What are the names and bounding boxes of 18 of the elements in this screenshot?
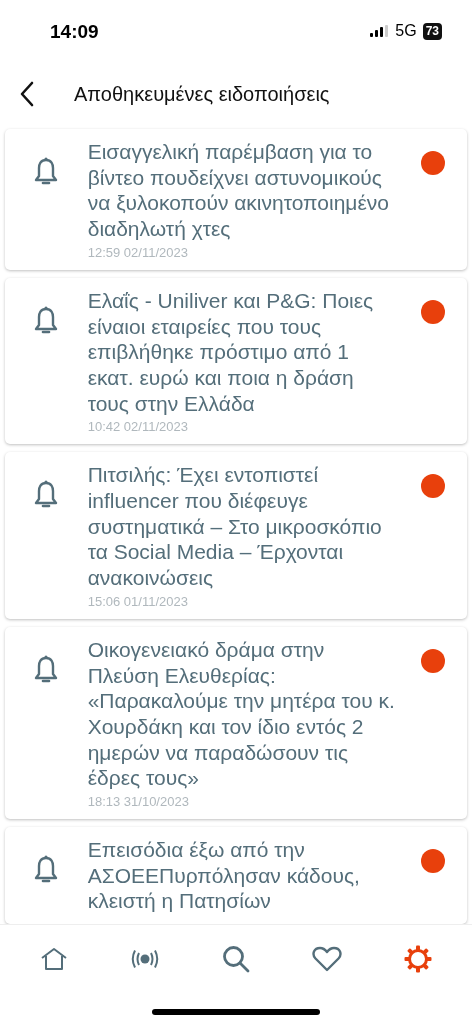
notification-title[interactable]: Ελαΐς - Uniliver και P&G: Ποιες είναιοι εταιρείες που τους επιβλήθηκε πρόστιμο από 1 εκατ. ευρώ και ποια η δράση τους στην Ελλάδα xyxy=(87,287,400,417)
bell-icon xyxy=(33,305,60,336)
back-button[interactable] xyxy=(18,81,36,107)
notification-date: 15:06 01/11/2023 xyxy=(87,593,189,609)
bell-icon xyxy=(33,654,60,685)
signal-icon xyxy=(370,25,389,37)
notification-title[interactable]: Οικογενειακό δράμα στην Πλεύση Ελευθερίας: «Παρακαλούμε την μητέρα του κ. Χουρδάκη και τον ίδιο εντός 2 ημερών να παραδώσουν τις έδρες τους» xyxy=(87,636,400,792)
notification-title[interactable]: Εισαγγελική παρέμβαση για το βίντεο πουδείχνει αστυνομικούς να ξυλοκοπούν ακινητοποιημένο διαδηλωτή χτες xyxy=(87,139,400,242)
clock-time: 14:09 xyxy=(50,20,100,43)
notification-date: 12:59 02/11/2023 xyxy=(87,244,189,260)
network-label: 5G xyxy=(395,22,417,40)
page-title: Αποθηκευμένες ειδοποιήσεις xyxy=(74,82,330,106)
notification-date: 18:13 31/10/2023 xyxy=(87,794,190,810)
notification-date: 10:42 02/11/2023 xyxy=(87,419,189,435)
bell-icon xyxy=(33,157,60,187)
notification-title[interactable]: Επεισόδια έξω από την ΑΣΟΕΕΠυρπόλησαν κάδους, κλειστή η Πατησίων xyxy=(87,837,400,915)
notification-title[interactable]: Πιτσιλής: Έχει εντοπιστεί influencer που διέφευγε συστηματικά – Στο μικροσκόπιο τα Social Media – Έρχονται ανακοινώσεις xyxy=(87,462,400,591)
battery-level: 73 xyxy=(422,22,442,40)
